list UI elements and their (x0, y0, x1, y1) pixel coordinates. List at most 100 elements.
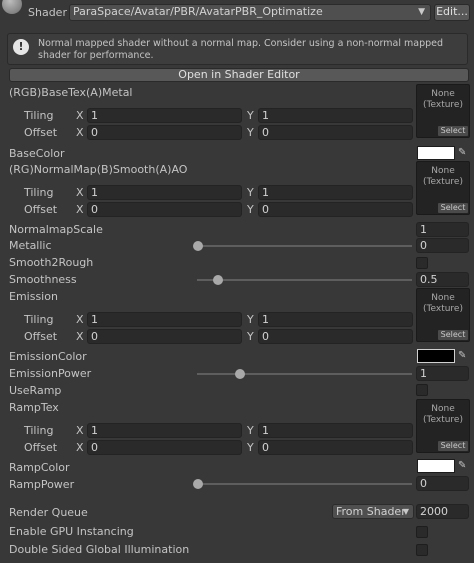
base-color-swatch[interactable] (417, 146, 455, 160)
texture-label: (RG)NormalMap(B)Smooth(A)AO (9, 163, 188, 176)
texture-select-button[interactable]: Select (438, 126, 468, 136)
tiling-x-label: X (76, 313, 84, 326)
tiling-y-label: Y (247, 424, 254, 437)
offset-label: Offset (24, 330, 58, 343)
help-box: ! Normal mapped shader without a normal … (7, 33, 468, 65)
normalmap-scale-field[interactable]: 1 (416, 222, 469, 237)
texture-select-button[interactable]: Select (438, 441, 468, 451)
gpu-instancing-label: Enable GPU Instancing (9, 525, 134, 538)
offset-y-label: Y (247, 441, 254, 454)
smoothness-field[interactable]: 0.5 (416, 272, 469, 287)
ramp-power-label: RampPower (9, 478, 75, 491)
metallic-slider-track[interactable] (197, 245, 412, 247)
double-sided-gi-label: Double Sided Global Illumination (9, 543, 190, 556)
texture-none-label: None (431, 404, 455, 414)
texture-slot[interactable]: None (Texture) Select (416, 84, 470, 138)
texture-slot[interactable]: None (Texture) Select (416, 288, 470, 342)
metallic-slider-knob[interactable] (193, 241, 203, 251)
eyedropper-icon[interactable]: ✎ (458, 350, 468, 362)
offset-x-label: X (76, 126, 84, 139)
metallic-field[interactable]: 0 (416, 238, 469, 253)
tiling-y-label: Y (247, 313, 254, 326)
smoothness-slider-knob[interactable] (213, 275, 223, 285)
ramp-power-slider-track[interactable] (197, 483, 412, 485)
tiling-y-field[interactable]: 1 (258, 185, 413, 200)
tiling-y-field[interactable]: 1 (258, 108, 413, 123)
texture-none-label: None (431, 293, 455, 303)
ramp-color-label: RampColor (9, 461, 70, 474)
tiling-x-label: X (76, 424, 84, 437)
tiling-x-field[interactable]: 1 (87, 423, 242, 438)
emission-power-slider-track[interactable] (197, 373, 412, 375)
tiling-x-field[interactable]: 1 (87, 185, 242, 200)
offset-y-label: Y (247, 126, 254, 139)
offset-y-label: Y (247, 203, 254, 216)
dropdown-arrow-icon: ▼ (418, 7, 425, 17)
use-ramp-label: UseRamp (9, 384, 62, 397)
texture-select-button[interactable]: Select (438, 330, 468, 340)
tiling-x-field[interactable]: 1 (87, 312, 242, 327)
shader-dropdown-value: ParaSpace/Avatar/PBR/AvatarPBR_Optimatiz… (73, 5, 323, 18)
emission-power-label: EmissionPower (9, 367, 92, 380)
smooth2rough-checkbox[interactable] (416, 257, 428, 269)
render-queue-field[interactable]: 2000 (416, 504, 469, 519)
offset-y-field[interactable]: 0 (258, 202, 413, 217)
texture-type-label: (Texture) (423, 304, 463, 314)
texture-slot[interactable]: None (Texture) Select (416, 161, 470, 215)
tiling-y-label: Y (247, 186, 254, 199)
shader-icon (2, 0, 22, 14)
texture-label: Emission (9, 290, 58, 303)
texture-none-label: None (431, 166, 455, 176)
render-queue-dropdown[interactable]: From Shader ▼ (332, 504, 414, 519)
shader-label: Shader (28, 6, 67, 19)
eyedropper-icon[interactable]: ✎ (458, 147, 468, 159)
texture-slot[interactable]: None (Texture) Select (416, 399, 470, 453)
tiling-x-label: X (76, 109, 84, 122)
use-ramp-checkbox[interactable] (416, 384, 428, 396)
emission-color-swatch[interactable] (417, 349, 455, 363)
offset-y-field[interactable]: 0 (258, 329, 413, 344)
offset-x-label: X (76, 203, 84, 216)
tiling-y-field[interactable]: 1 (258, 312, 413, 327)
offset-y-field[interactable]: 0 (258, 125, 413, 140)
tiling-label: Tiling (24, 313, 54, 326)
smooth2rough-label: Smooth2Rough (9, 256, 94, 269)
tiling-label: Tiling (24, 109, 54, 122)
texture-select-button[interactable]: Select (438, 203, 468, 213)
emission-color-label: EmissionColor (9, 350, 87, 363)
tiling-x-field[interactable]: 1 (87, 108, 242, 123)
gpu-instancing-checkbox[interactable] (416, 526, 428, 538)
ramp-color-swatch[interactable] (417, 459, 455, 473)
eyedropper-icon[interactable]: ✎ (458, 460, 468, 472)
shader-dropdown[interactable]: ParaSpace/Avatar/PBR/AvatarPBR_Optimatiz… (69, 4, 431, 21)
ramp-power-slider-knob[interactable] (193, 479, 203, 489)
texture-type-label: (Texture) (423, 100, 463, 110)
smoothness-label: Smoothness (9, 273, 77, 286)
texture-type-label: (Texture) (423, 177, 463, 187)
ramp-power-field[interactable]: 0 (416, 476, 469, 491)
tiling-label: Tiling (24, 186, 54, 199)
offset-x-field[interactable]: 0 (87, 125, 242, 140)
metallic-label: Metallic (9, 239, 52, 252)
dropdown-arrow-icon: ▼ (402, 507, 409, 516)
offset-label: Offset (24, 441, 58, 454)
offset-y-label: Y (247, 330, 254, 343)
tiling-label: Tiling (24, 424, 54, 437)
smoothness-slider-track[interactable] (197, 279, 412, 281)
offset-x-label: X (76, 330, 84, 343)
tiling-x-label: X (76, 186, 84, 199)
emission-power-field[interactable]: 1 (416, 366, 469, 381)
open-shader-editor-button[interactable]: Open in Shader Editor (9, 68, 469, 82)
offset-y-field[interactable]: 0 (258, 440, 413, 455)
offset-x-field[interactable]: 0 (87, 202, 242, 217)
offset-x-label: X (76, 441, 84, 454)
help-text: Normal mapped shader without a normal ma… (38, 38, 444, 61)
double-sided-gi-checkbox[interactable] (416, 544, 428, 556)
offset-x-field[interactable]: 0 (87, 329, 242, 344)
tiling-y-field[interactable]: 1 (258, 423, 413, 438)
texture-label: RampTex (9, 401, 59, 414)
edit-shader-button[interactable]: Edit... (434, 4, 470, 21)
offset-x-field[interactable]: 0 (87, 440, 242, 455)
emission-power-slider-knob[interactable] (235, 369, 245, 379)
offset-label: Offset (24, 203, 58, 216)
